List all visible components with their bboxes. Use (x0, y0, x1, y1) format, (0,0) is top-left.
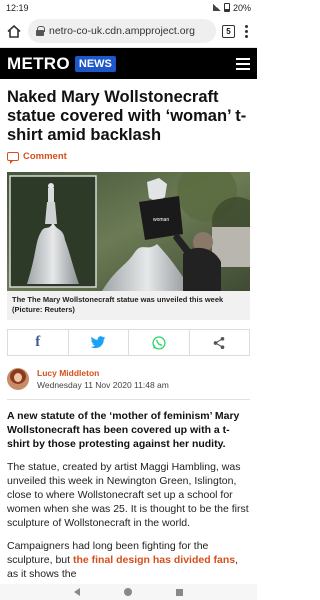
svg-text:woman: woman (153, 217, 169, 223)
tab-switcher-button[interactable]: 5 (222, 24, 235, 38)
article-paragraph: The statue, created by artist Maggi Hamb… (7, 461, 249, 529)
metro-logo[interactable]: METRO (7, 54, 70, 74)
image-caption: The The Mary Wollstonecraft statue was u… (7, 291, 250, 320)
section-badge[interactable]: NEWS (74, 55, 116, 72)
system-nav-bar (0, 584, 257, 600)
article-lead: A new statute of the ‘mother of feminism… (7, 410, 240, 450)
whatsapp-icon (152, 335, 166, 350)
hamburger-menu-icon[interactable] (236, 57, 250, 70)
battery-icon (223, 3, 230, 12)
article-paragraph: Campaigners had long been fighting for t… (7, 539, 250, 581)
comment-link[interactable]: Comment (0, 145, 257, 164)
comment-icon (7, 152, 19, 164)
article-headline: Naked Mary Wollstonecraft statue covered… (7, 88, 247, 144)
share-native-button[interactable] (190, 330, 250, 355)
share-icon (213, 336, 225, 349)
browser-toolbar: netro-co-uk.cdn.ampproject.org 5 (0, 15, 257, 48)
recent-apps-icon[interactable] (176, 588, 183, 596)
status-bar: 12:19 20% (0, 0, 257, 15)
site-header: METRO NEWS (0, 48, 257, 79)
author-avatar[interactable] (7, 368, 29, 390)
share-twitter-button[interactable] (69, 330, 129, 355)
lock-icon (36, 26, 45, 36)
signal-icon (212, 4, 221, 11)
share-whatsapp-button[interactable] (129, 330, 190, 355)
byline: Lucy Middleton Wednesday 11 Nov 2020 11:… (7, 368, 250, 400)
home-icon[interactable] (6, 23, 22, 39)
url-text: netro-co-uk.cdn.ampproject.org (49, 25, 195, 37)
publish-date: Wednesday 11 Nov 2020 11:48 am (37, 380, 169, 390)
share-bar: f (7, 329, 250, 356)
comment-label: Comment (23, 151, 67, 162)
statue-photo: woman (7, 172, 250, 291)
battery-level: 20% (232, 2, 251, 13)
address-bar[interactable]: netro-co-uk.cdn.ampproject.org (28, 19, 216, 43)
status-icons: 20% (212, 2, 251, 13)
author-name[interactable]: Lucy Middleton (37, 368, 169, 378)
facebook-icon: f (35, 334, 41, 350)
twitter-icon (90, 336, 106, 349)
back-icon[interactable] (74, 588, 80, 596)
browser-menu-icon[interactable] (241, 24, 251, 38)
inline-article-link[interactable]: the final design has divided fans (73, 554, 235, 566)
article-image[interactable]: woman (7, 172, 250, 291)
share-facebook-button[interactable]: f (8, 330, 69, 355)
status-time: 12:19 (6, 2, 29, 13)
home-nav-icon[interactable] (124, 588, 132, 596)
